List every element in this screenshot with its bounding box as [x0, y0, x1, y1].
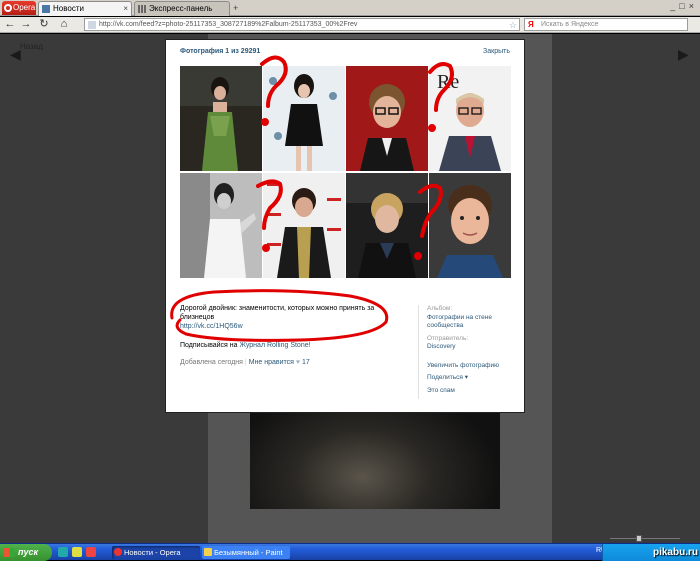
photo-tile-man-blond — [346, 173, 428, 278]
tab-close-icon[interactable]: × — [123, 2, 128, 16]
caption-link[interactable]: http://vk.cc/1HQ56w — [180, 323, 243, 330]
task-opera[interactable]: Новости - Opera — [112, 546, 200, 559]
navigation-bar: ← → ↻ ⌂ http://vk.com/feed?z=photo-25117… — [0, 17, 700, 33]
caption-source-prefix: Подписывайся на — [180, 342, 240, 349]
spam-link[interactable]: Это спам — [427, 387, 518, 396]
photo-sidebar: Альбом: Фотографии на стене сообщества О… — [418, 305, 518, 399]
photo-tile-man-bw — [180, 173, 262, 278]
start-label: пуск — [18, 547, 39, 557]
taskbar: пуск Новости - Opera Безымянный - Paint … — [0, 543, 700, 561]
paint-task-icon — [204, 548, 212, 556]
page-info-icon — [88, 21, 96, 29]
speed-dial-icon — [138, 5, 146, 13]
search-placeholder: Искать в Яндексе — [541, 21, 599, 28]
quicklaunch-ie-icon[interactable] — [58, 547, 68, 557]
photo-tile-woman-black-dress — [263, 66, 345, 171]
added-date: Добавлена сегодня — [180, 359, 243, 366]
system-tray: pikabu.ru — [602, 544, 700, 561]
enlarge-photo-link[interactable]: Увеличить фотографию — [427, 362, 518, 371]
album-link[interactable]: Фотографии на стене сообщества — [427, 314, 518, 331]
sender-label: Отправитель: — [427, 334, 469, 342]
vk-favicon-icon — [42, 5, 50, 13]
quicklaunch-opera-icon[interactable] — [86, 547, 96, 557]
caption-text: Дорогой двойник: знаменитости, которых м… — [180, 305, 375, 321]
tab-speed-dial-label: Экспресс-панель — [149, 4, 213, 13]
quicklaunch-folder-icon[interactable] — [72, 547, 82, 557]
sender-link[interactable]: Discovery — [427, 343, 518, 352]
bookmark-star-icon[interactable]: ☆ — [509, 19, 517, 30]
opera-logo-icon — [4, 4, 12, 12]
zoom-knob[interactable] — [636, 535, 642, 542]
forward-icon[interactable]: → — [20, 18, 32, 31]
celebrity-collage-photo[interactable]: Re — [180, 66, 511, 278]
caption-source-link[interactable]: Журнал Rolling Stone! — [239, 342, 310, 349]
window-controls[interactable]: _□× — [670, 1, 698, 11]
share-link[interactable]: Поделиться ▾ — [427, 374, 518, 383]
tab-news[interactable]: Новости × — [38, 1, 132, 16]
reload-icon[interactable]: ↻ — [38, 18, 50, 31]
windows-logo-icon — [4, 548, 14, 557]
task-paint-label: Безымянный - Paint — [214, 548, 283, 557]
opera-menu-button[interactable]: Opera — [2, 1, 36, 15]
address-bar[interactable]: http://vk.com/feed?z=photo-25117353_3087… — [84, 18, 520, 31]
album-label: Альбом: — [427, 305, 453, 312]
heart-icon[interactable]: ♥ — [296, 359, 300, 366]
photo-tile-man-glasses-white: Re — [429, 66, 511, 171]
tab-news-label: Новости — [53, 4, 84, 13]
tab-bar: Opera Новости × Экспресс-панель + _□× — [0, 0, 700, 16]
photo-tile-man-glasses-red — [346, 66, 428, 171]
prev-label[interactable]: Назад — [20, 42, 43, 51]
photo-meta: Добавлена сегодня | Мне нравится ♥ 17 — [180, 359, 310, 366]
like-count: 17 — [301, 359, 310, 366]
back-icon[interactable]: ← — [4, 18, 16, 31]
new-tab-icon[interactable]: + — [233, 3, 243, 13]
tab-speed-dial[interactable]: Экспресс-панель — [134, 1, 230, 16]
photo-tile-man-leather-jacket — [263, 173, 345, 278]
photo-viewer: Фотография 1 из 29291 Закрыть Re Дорогой… — [166, 40, 524, 412]
photo-caption: Дорогой двойник: знаменитости, которых м… — [180, 304, 405, 367]
task-paint[interactable]: Безымянный - Paint — [202, 546, 290, 559]
like-button[interactable]: Мне нравится — [249, 359, 294, 366]
search-input[interactable]: Я Искать в Яндексе — [524, 18, 688, 31]
photo-tile-young-man — [429, 173, 511, 278]
start-button[interactable]: пуск — [0, 544, 52, 561]
viewer-header: Фотография 1 из 29291 Закрыть — [180, 47, 510, 61]
photo-counter: Фотография 1 из 29291 — [180, 48, 261, 55]
close-button[interactable]: Закрыть — [483, 48, 510, 55]
opera-menu-label: Opera — [13, 3, 36, 12]
address-text: http://vk.com/feed?z=photo-25117353_3087… — [99, 21, 358, 28]
zoom-slider[interactable] — [600, 534, 690, 542]
task-opera-label: Новости - Opera — [124, 548, 181, 557]
zoom-track — [610, 538, 680, 539]
opera-task-icon — [114, 548, 122, 556]
pikabu-watermark: pikabu.ru — [652, 547, 698, 558]
next-photo-arrow-icon[interactable]: ▶ — [678, 46, 689, 63]
photo-tile-woman-green-dress — [180, 66, 262, 171]
yandex-icon: Я — [528, 20, 534, 29]
home-icon[interactable]: ⌂ — [58, 18, 70, 31]
svg-text:Re: Re — [437, 71, 459, 93]
